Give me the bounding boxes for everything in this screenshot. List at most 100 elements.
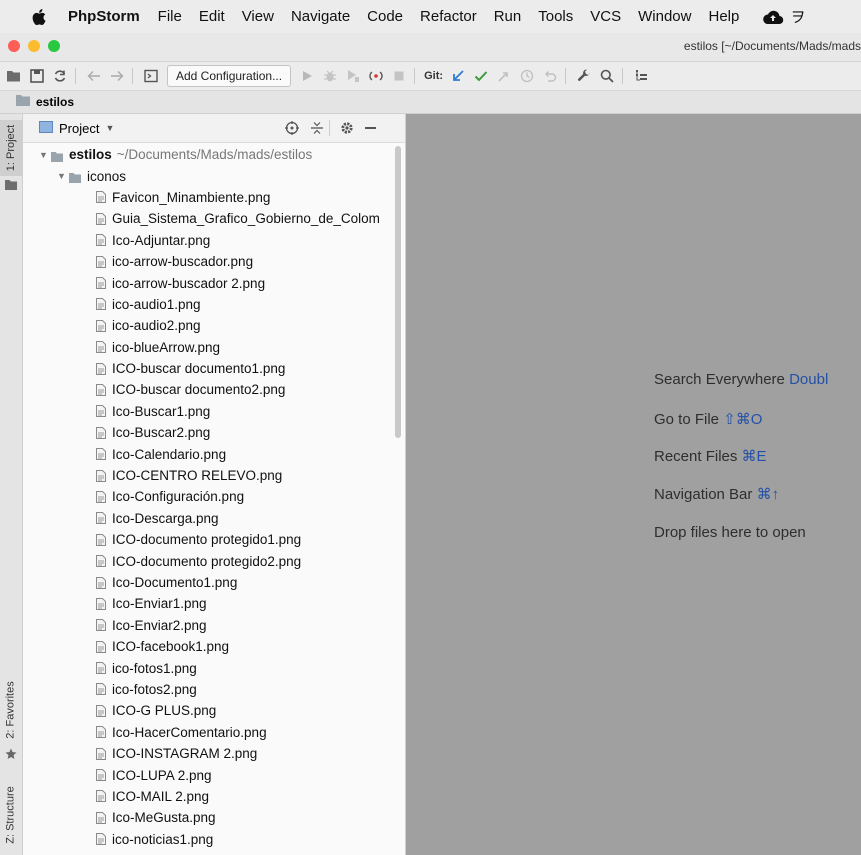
file-row[interactable]: Ico-Documento1.png bbox=[23, 572, 393, 593]
file-row[interactable]: Ico-Configuración.png bbox=[23, 486, 393, 507]
hint-shortcut: ⌘E bbox=[741, 448, 767, 465]
file-row[interactable]: ico-audio2.png bbox=[23, 315, 393, 336]
image-file-icon bbox=[96, 362, 106, 375]
project-view-selector[interactable]: Project bbox=[59, 121, 99, 136]
tab-favorites[interactable]: 2: Favorites bbox=[0, 674, 22, 746]
file-row[interactable]: ICO-MAIL 2.png bbox=[23, 786, 393, 807]
hint-label: Search Everywhere bbox=[654, 371, 785, 388]
file-row[interactable]: ico-fotos1.png bbox=[23, 657, 393, 678]
minimize-window-button[interactable] bbox=[28, 40, 40, 52]
cloud-upload-icon[interactable] bbox=[762, 9, 784, 25]
menu-tools[interactable]: Tools bbox=[538, 8, 573, 25]
file-row[interactable]: ico-blueArrow.png bbox=[23, 337, 393, 358]
menu-run[interactable]: Run bbox=[494, 8, 522, 25]
file-name: ICO-buscar documento1.png bbox=[112, 361, 286, 377]
database-structure-icon[interactable] bbox=[631, 66, 651, 86]
file-row[interactable]: ico-noticias1.png bbox=[23, 829, 393, 850]
git-rollback-icon[interactable] bbox=[540, 66, 560, 86]
file-row[interactable]: Ico-Enviar1.png bbox=[23, 593, 393, 614]
sync-icon[interactable] bbox=[50, 66, 70, 86]
image-file-icon bbox=[96, 298, 106, 311]
menu-vcs[interactable]: VCS bbox=[590, 8, 621, 25]
run-icon[interactable] bbox=[297, 66, 317, 86]
file-row[interactable]: ICO-G PLUS.png bbox=[23, 700, 393, 721]
chevron-down-icon[interactable]: ▼ bbox=[105, 123, 114, 133]
menu-navigate[interactable]: Navigate bbox=[291, 8, 350, 25]
menu-help[interactable]: Help bbox=[708, 8, 739, 25]
file-name: ICO-INSTAGRAM 2.png bbox=[112, 746, 258, 762]
run-with-coverage-icon[interactable] bbox=[343, 66, 363, 86]
menu-file[interactable]: File bbox=[158, 8, 182, 25]
scrollbar-thumb[interactable] bbox=[395, 146, 401, 438]
hint-label: Drop files here to open bbox=[654, 524, 806, 541]
file-row[interactable]: ico-arrow-buscador.png bbox=[23, 251, 393, 272]
file-row[interactable]: ICO-buscar documento2.png bbox=[23, 379, 393, 400]
file-row[interactable]: Ico-Buscar2.png bbox=[23, 422, 393, 443]
file-row[interactable]: Ico-Buscar1.png bbox=[23, 401, 393, 422]
debug-icon[interactable] bbox=[320, 66, 340, 86]
zoom-window-button[interactable] bbox=[48, 40, 60, 52]
file-name: ICO-facebook1.png bbox=[112, 639, 230, 655]
file-row[interactable]: ICO-INSTAGRAM 2.png bbox=[23, 743, 393, 764]
file-row[interactable]: ICO-documento protegido1.png bbox=[23, 529, 393, 550]
app-menu[interactable]: PhpStorm bbox=[68, 8, 140, 25]
expand-arrow-icon[interactable]: ▼ bbox=[39, 150, 49, 160]
save-icon[interactable] bbox=[27, 66, 47, 86]
file-row[interactable]: ICO-LUPA 2.png bbox=[23, 764, 393, 785]
search-icon[interactable] bbox=[597, 66, 617, 86]
php-debug-listen-icon[interactable] bbox=[366, 66, 386, 86]
header-separator bbox=[329, 120, 330, 136]
menu-view[interactable]: View bbox=[242, 8, 274, 25]
stop-icon[interactable] bbox=[389, 66, 409, 86]
file-row[interactable]: ico-audio1.png bbox=[23, 294, 393, 315]
hide-panel-icon[interactable] bbox=[365, 127, 376, 129]
toolbar-separator bbox=[622, 68, 624, 84]
file-row[interactable]: ICO-documento protegido2.png bbox=[23, 550, 393, 571]
gear-icon[interactable] bbox=[340, 121, 354, 138]
git-history-icon[interactable] bbox=[517, 66, 537, 86]
file-row[interactable]: Favicon_Minambiente.png bbox=[23, 187, 393, 208]
tree-folder-row[interactable]: ▼ iconos bbox=[23, 165, 393, 186]
open-folder-icon[interactable] bbox=[4, 66, 24, 86]
file-name: Ico-Enviar1.png bbox=[112, 596, 207, 612]
file-name: Ico-Buscar1.png bbox=[112, 403, 211, 419]
file-row[interactable]: ico-fotos2.png bbox=[23, 679, 393, 700]
locate-file-icon[interactable] bbox=[285, 121, 299, 138]
menu-edit[interactable]: Edit bbox=[199, 8, 225, 25]
wrench-icon[interactable] bbox=[574, 66, 594, 86]
file-row[interactable]: Ico-HacerComentario.png bbox=[23, 722, 393, 743]
back-arrow-icon[interactable] bbox=[84, 66, 104, 86]
tree-root-row[interactable]: ▼ estilos ~/Documents/Mads/mads/estilos bbox=[23, 144, 393, 165]
file-row[interactable]: Ico-Enviar2.png bbox=[23, 615, 393, 636]
file-row[interactable]: ico-arrow-buscador 2.png bbox=[23, 272, 393, 293]
breadcrumb-estilos[interactable]: estilos bbox=[36, 95, 74, 109]
file-row[interactable]: Guia_Sistema_Grafico_Gobierno_de_Colom bbox=[23, 208, 393, 229]
tab-structure[interactable]: Z: Structure bbox=[0, 778, 22, 852]
file-row[interactable]: ICO-facebook1.png bbox=[23, 636, 393, 657]
forward-arrow-icon[interactable] bbox=[107, 66, 127, 86]
expand-arrow-icon[interactable]: ▼ bbox=[57, 171, 67, 181]
git-update-icon[interactable] bbox=[448, 66, 468, 86]
menubar-extra-glyph[interactable]: ヲ bbox=[790, 6, 805, 27]
menu-window[interactable]: Window bbox=[638, 8, 691, 25]
file-row[interactable]: Ico-Descarga.png bbox=[23, 508, 393, 529]
file-name: Ico-Configuración.png bbox=[112, 489, 245, 505]
add-configuration-button[interactable]: Add Configuration... bbox=[167, 65, 292, 87]
file-row[interactable]: Ico-Calendario.png bbox=[23, 443, 393, 464]
file-row[interactable]: ICO-CENTRO RELEVO.png bbox=[23, 465, 393, 486]
git-push-icon[interactable] bbox=[494, 66, 514, 86]
image-file-icon bbox=[96, 833, 106, 846]
git-commit-icon[interactable] bbox=[471, 66, 491, 86]
close-window-button[interactable] bbox=[8, 40, 20, 52]
project-view-icon bbox=[39, 120, 53, 136]
file-row[interactable]: Ico-Adjuntar.png bbox=[23, 230, 393, 251]
menu-refactor[interactable]: Refactor bbox=[420, 8, 477, 25]
file-row[interactable]: ICO-buscar documento1.png bbox=[23, 358, 393, 379]
menu-code[interactable]: Code bbox=[367, 8, 403, 25]
file-name: ico-blueArrow.png bbox=[112, 339, 221, 355]
apple-icon[interactable] bbox=[32, 8, 48, 25]
terminal-icon[interactable] bbox=[141, 66, 161, 86]
tab-project[interactable]: 1: Project bbox=[0, 120, 22, 176]
collapse-all-icon[interactable] bbox=[311, 121, 323, 138]
file-row[interactable]: Ico-MeGusta.png bbox=[23, 807, 393, 828]
